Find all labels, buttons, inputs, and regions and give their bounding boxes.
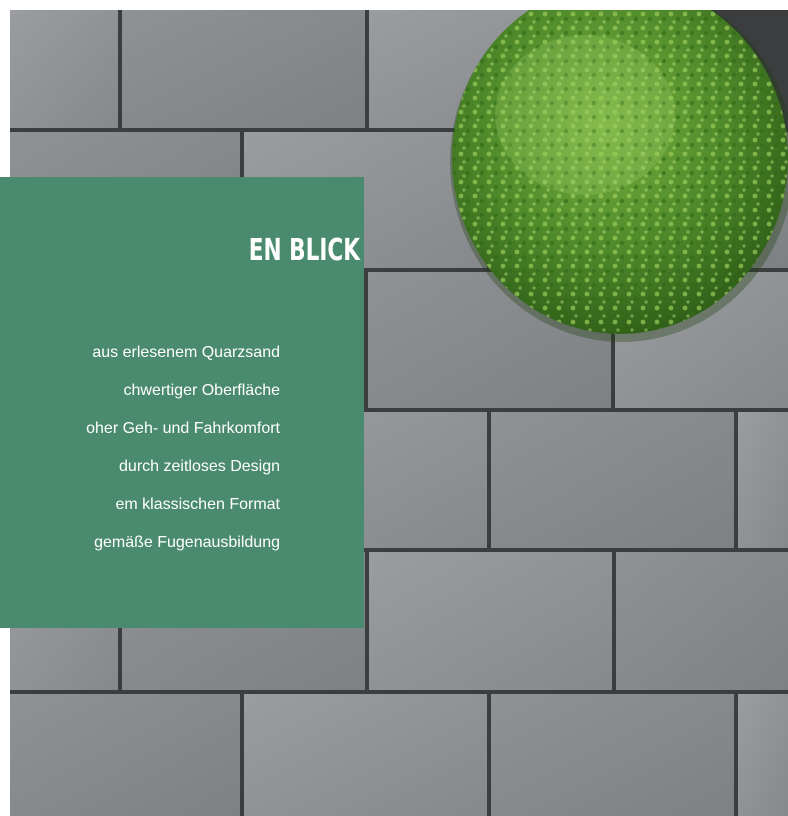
list-item: gemäße Fugenausbildung — [0, 531, 280, 569]
feature-list: aus erlesenem Quarzsand chwertiger Oberf… — [0, 341, 280, 569]
list-item: chwertiger Oberfläche — [0, 379, 280, 417]
feature-text: chwertiger Oberfläche — [123, 382, 280, 399]
feature-panel: EN BLICK aus erlesenem Quarzsand chwerti… — [0, 177, 364, 628]
list-item: oher Geh- und Fahrkomfort — [0, 417, 280, 455]
feature-text: gemäße Fugenausbildung — [94, 534, 280, 551]
feature-text: durch zeitloses Design — [119, 458, 280, 475]
list-item: durch zeitloses Design — [0, 455, 280, 493]
feature-text: aus erlesenem Quarzsand — [92, 344, 280, 361]
feature-text: em klassischen Format — [115, 496, 281, 513]
list-item: aus erlesenem Quarzsand — [0, 341, 280, 379]
list-item: em klassischen Format — [0, 493, 281, 531]
panel-title: EN BLICK — [248, 233, 360, 268]
feature-text: oher Geh- und Fahrkomfort — [86, 420, 280, 437]
